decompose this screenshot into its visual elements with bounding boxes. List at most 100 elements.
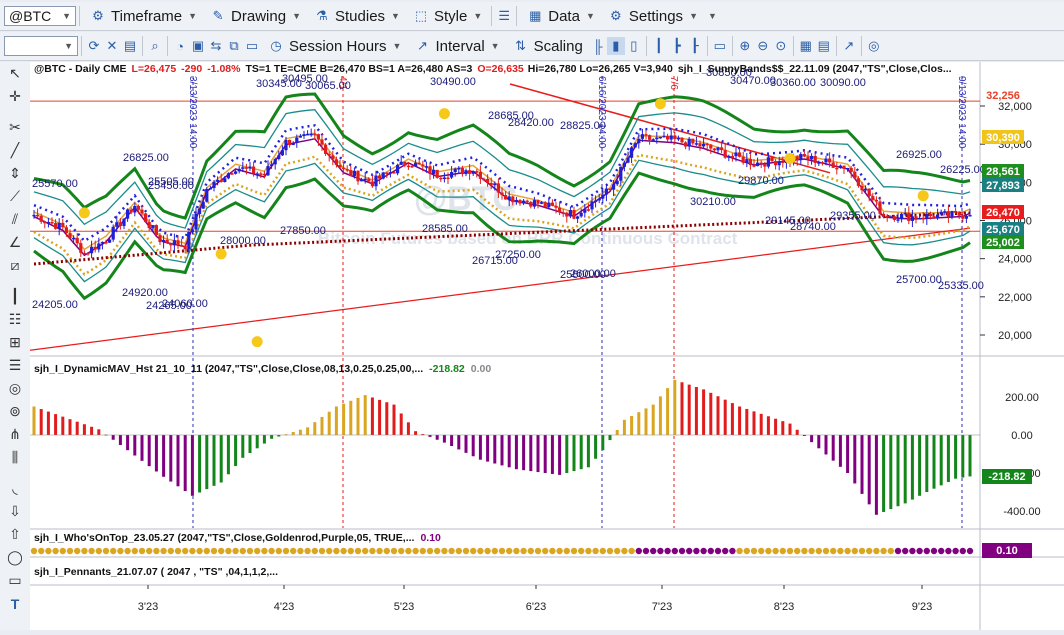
candle-body (525, 200, 529, 203)
spiral-icon[interactable]: ◎ (0, 377, 30, 400)
studies-menu[interactable]: ⚗ Studies ▼ (307, 7, 406, 25)
candle-body (172, 240, 176, 246)
delete-icon[interactable]: ✕ (103, 37, 121, 55)
trendline-icon[interactable]: ╱ (0, 139, 30, 162)
format-icon[interactable]: ▤ (121, 37, 139, 55)
net-change: -290 (181, 63, 202, 75)
symbol-selector[interactable]: @BTC ▼ (4, 6, 76, 26)
window-icon[interactable]: ▭ (711, 37, 729, 55)
timeframe-menu[interactable]: ⚙ Timeframe ▼ (83, 7, 203, 25)
fib-icon[interactable]: ☷ (0, 308, 30, 331)
pointer-icon[interactable]: ↖ (0, 62, 30, 85)
horizontal-lines-icon[interactable]: ☰ (0, 354, 30, 377)
regime-dot (477, 547, 484, 555)
candle-body (302, 134, 306, 136)
bar-chart-icon[interactable]: ╟ (589, 37, 607, 55)
candle-body (565, 212, 569, 217)
regime-dot (736, 547, 743, 555)
candle-body (54, 223, 58, 229)
candlestick-icon[interactable]: ▮ (606, 37, 625, 55)
candle-body (957, 212, 961, 216)
histogram-bar (190, 435, 194, 496)
candle-body (262, 173, 266, 176)
search-icon[interactable]: ⌕ (146, 37, 164, 55)
eye-icon[interactable]: ◎ (865, 37, 883, 55)
candle-body (540, 202, 544, 204)
volume-bars-icon[interactable]: ┃ (650, 37, 668, 55)
histogram-bar (536, 435, 540, 473)
candle-body (421, 164, 425, 167)
arrows-icon[interactable]: ⇕ (0, 162, 30, 185)
refresh-icon[interactable]: ⟳ (85, 37, 103, 55)
speedometer-icon[interactable]: ◔ (171, 37, 189, 55)
scaling-menu[interactable]: ⇅ Scaling (506, 37, 589, 55)
gann-icon[interactable]: ⊞ (0, 331, 30, 354)
candle-body (759, 162, 763, 165)
price-marker: 30,390 (986, 132, 1020, 144)
text-icon[interactable]: T (0, 592, 30, 615)
channel-icon[interactable]: ⧄ (0, 254, 30, 277)
regime-dot (210, 547, 218, 555)
session-hours-menu[interactable]: ◷ Session Hours ▼ (261, 37, 407, 55)
data-menu[interactable]: ▦ Data ▼ (520, 7, 601, 25)
candle-body (658, 136, 662, 139)
candle-body (363, 178, 367, 181)
candle-body (414, 162, 418, 167)
candle-body (244, 167, 248, 169)
hollow-candle-icon[interactable]: ▯ (625, 37, 643, 55)
ruler-icon[interactable]: ⇆ (207, 37, 225, 55)
angle-icon[interactable]: ∠ (0, 231, 30, 254)
candle-body (255, 173, 259, 175)
arrow-down-icon[interactable]: ⇩ (0, 500, 30, 523)
regime-dot (772, 547, 779, 555)
trend-chart-icon[interactable]: ↗ (840, 37, 858, 55)
vertical-line-icon[interactable]: ┃ (0, 285, 30, 308)
bars-icon[interactable]: ⫼ (0, 446, 30, 469)
ray-icon[interactable]: ⟋ (0, 185, 30, 208)
rectangle-icon[interactable]: ▭ (0, 569, 30, 592)
crosshair-icon[interactable]: ✛ (0, 85, 30, 108)
candle-body (136, 206, 140, 210)
candle-body (885, 215, 889, 218)
chart-area[interactable]: @BTC Bitcoin Futures based on BRR Contin… (29, 62, 1064, 630)
regime-dot (189, 547, 196, 555)
candle-body (835, 167, 839, 170)
copy-icon[interactable]: ⧉ (225, 37, 243, 55)
chart-pane-icon[interactable]: ▤ (815, 37, 833, 55)
chart-canvas[interactable]: @BTC Bitcoin Futures based on BRR Contin… (29, 62, 1064, 630)
data-window-icon[interactable]: ▦ (797, 37, 815, 55)
hlc-icon[interactable]: ┠ (686, 37, 704, 55)
histogram-bar (414, 431, 418, 435)
wrench-icon[interactable]: ✂ (0, 116, 30, 139)
regime-dot (758, 547, 765, 555)
cycle-icon[interactable]: ⊚ (0, 400, 30, 423)
regime-dot (844, 547, 851, 555)
image-icon[interactable]: ▣ (189, 37, 207, 55)
ohlc-icon[interactable]: ┣ (668, 37, 686, 55)
clipboard-icon[interactable]: ▭ (243, 37, 261, 55)
quick-entry-input[interactable]: ▼ (4, 36, 78, 56)
drawing-menu[interactable]: ✎ Drawing ▼ (203, 7, 307, 25)
candle-body (154, 225, 158, 236)
style-menu[interactable]: ⬚ Style ▼ (406, 7, 488, 25)
candle-body (381, 172, 385, 179)
histogram-bar (399, 413, 403, 435)
histogram-bar (212, 435, 216, 486)
zoom-fit-icon[interactable]: ⊙ (772, 37, 790, 55)
zoom-out-icon[interactable]: ⊖ (754, 37, 772, 55)
layout-icon[interactable]: ☰ (495, 7, 513, 25)
regime-dot (95, 547, 103, 555)
toolbar-overflow-icon[interactable]: ▼ (708, 11, 717, 21)
plot-background (30, 62, 980, 630)
histogram-bar (543, 435, 547, 473)
ellipse-icon[interactable]: ◯ (0, 546, 30, 569)
interval-menu[interactable]: ↗ Interval ▼ (407, 37, 505, 55)
parallel-lines-icon[interactable]: ⫽ (0, 208, 30, 231)
settings-menu[interactable]: ⚙ Settings ▼ (601, 7, 704, 25)
arc-icon[interactable]: ◟ (0, 477, 30, 500)
arrow-up-icon[interactable]: ⇧ (0, 523, 30, 546)
price-annotation: 24920.00 (122, 287, 168, 299)
candle-body (187, 232, 191, 250)
speed-lines-icon[interactable]: ⋔ (0, 423, 30, 446)
zoom-in-icon[interactable]: ⊕ (736, 37, 754, 55)
